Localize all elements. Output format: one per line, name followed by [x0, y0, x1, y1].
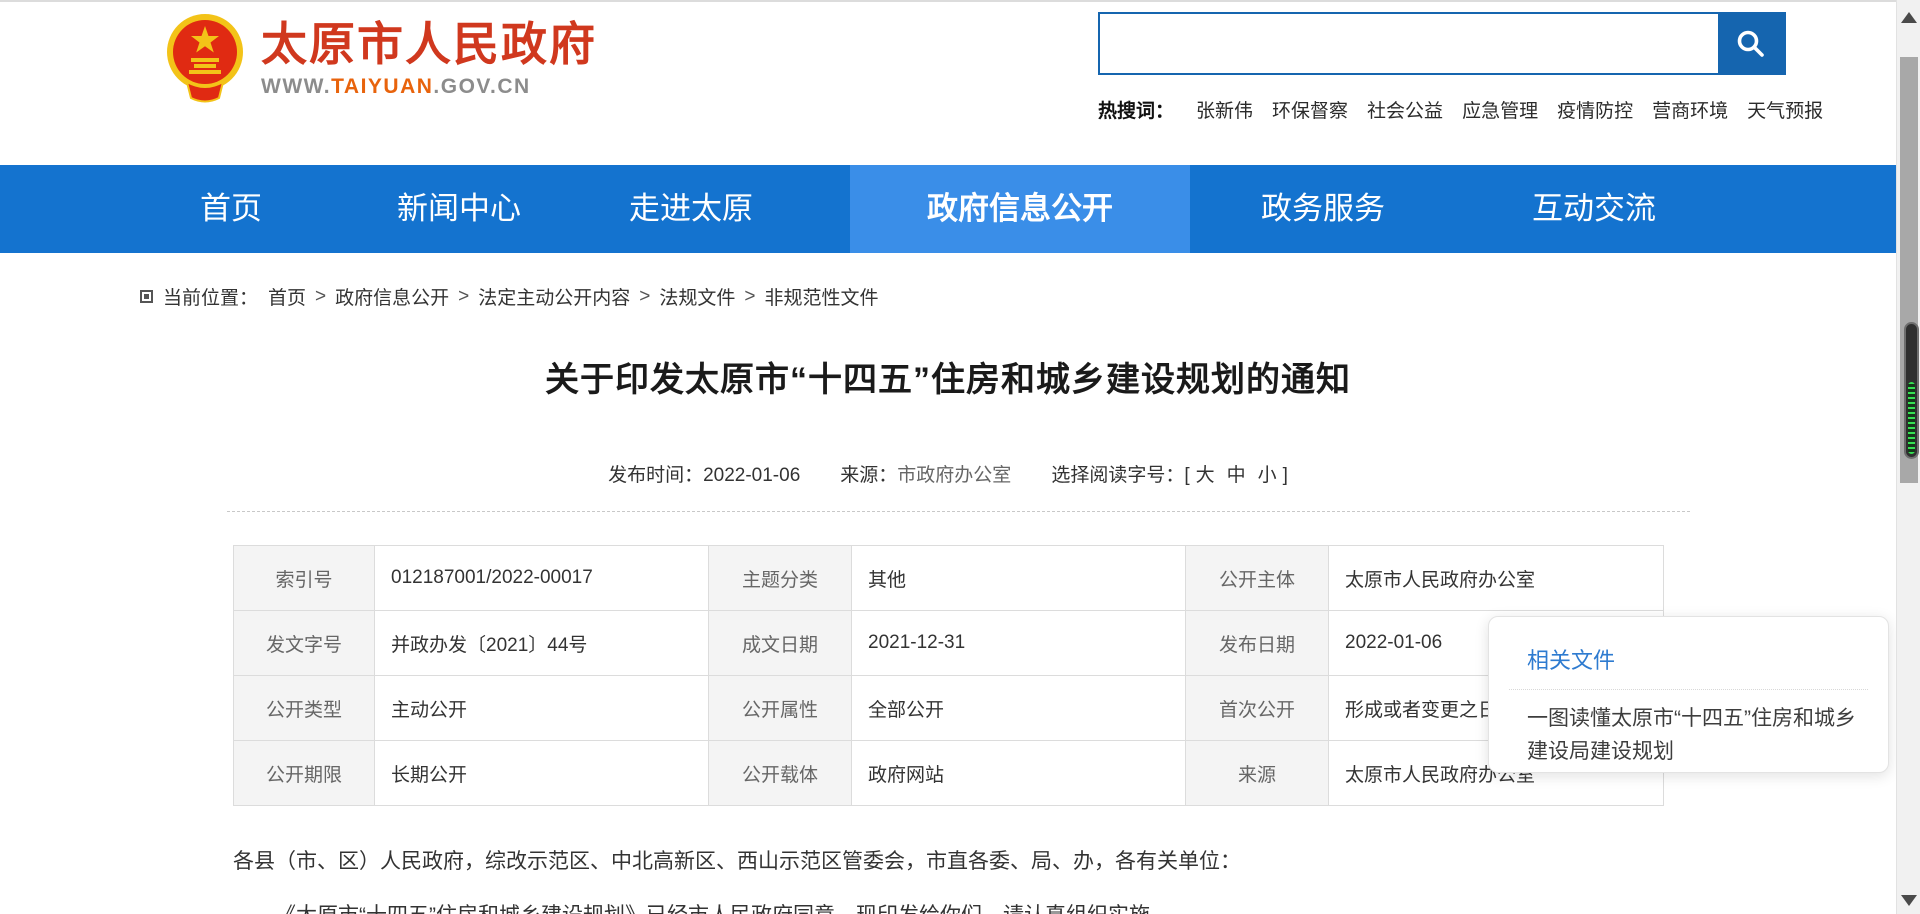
meta-value: 2021-12-31: [852, 611, 1186, 676]
site-url: WWW.TAIYUAN.GOV.CN: [261, 75, 597, 99]
site-url-main: TAIYUAN: [331, 75, 433, 98]
bracket-right: ]: [1283, 465, 1288, 486]
national-emblem-icon: [165, 10, 245, 105]
related-files-panel: 相关文件 一图读懂太原市“十四五”住房和城乡建设局建设规划: [1488, 616, 1889, 773]
breadcrumb: 当前位置： 首页 > 政府信息公开 > 法定主动公开内容 > 法规文件 > 非规…: [140, 283, 879, 310]
hot-keyword-link[interactable]: 应急管理: [1462, 96, 1538, 123]
site-name: 太原市人民政府: [261, 17, 597, 71]
document-body-line2: 《太原市“十四五”住房和城乡建设规划》已经市人民政府同意，现印发给你们，请认真组…: [233, 899, 1663, 914]
site-url-prefix: WWW.: [261, 75, 331, 98]
meta-value: 长期公开: [375, 741, 709, 806]
site-url-suffix: .GOV.CN: [433, 75, 530, 98]
meta-label: 公开属性: [709, 676, 852, 741]
bracket-left: [: [1184, 465, 1189, 486]
table-row: 公开类型 主动公开 公开属性 全部公开 首次公开 形成或者变更之日: [234, 676, 1664, 741]
nav-item-news[interactable]: 新闻中心: [397, 165, 521, 253]
meta-label: 发布日期: [1186, 611, 1329, 676]
meta-value: 并政办发〔2021〕44号: [375, 611, 709, 676]
font-size-large[interactable]: 大: [1196, 465, 1215, 486]
breadcrumb-separator: >: [639, 286, 650, 308]
meta-value: 其他: [852, 546, 1186, 611]
related-file-link[interactable]: 一图读懂太原市“十四五”住房和城乡建设局建设规划: [1527, 702, 1860, 768]
meta-label: 来源: [1186, 741, 1329, 806]
publish-time-value: 2022-01-06: [703, 465, 800, 486]
hot-keyword-link[interactable]: 环保督察: [1272, 96, 1348, 123]
page-top-border: [0, 0, 1920, 2]
font-size-small[interactable]: 小: [1258, 465, 1277, 486]
related-files-title: 相关文件: [1527, 643, 1888, 675]
source-label: 来源：: [840, 465, 897, 486]
document-body-line1: 各县（市、区）人民政府，综改示范区、中北高新区、西山示范区管委会，市直各委、局、…: [233, 845, 1663, 875]
scrollbar-thumb[interactable]: [1900, 57, 1918, 483]
source: 来源：市政府办公室: [840, 460, 1011, 487]
main-nav: 首页 新闻中心 走进太原 政府信息公开 政务服务 互动交流: [0, 165, 1920, 253]
dashed-divider: [227, 511, 1690, 512]
meta-label: 公开期限: [234, 741, 375, 806]
breadcrumb-separator: >: [744, 286, 755, 308]
breadcrumb-statutory[interactable]: 法定主动公开内容: [478, 283, 630, 310]
font-size-label: 选择阅读字号：: [1051, 465, 1184, 486]
nav-item-services[interactable]: 政务服务: [1261, 165, 1385, 253]
document-title: 关于印发太原市“十四五”住房和城乡建设规划的通知: [233, 352, 1663, 401]
search-box: [1098, 12, 1786, 75]
meta-label: 成文日期: [709, 611, 852, 676]
nav-item-about[interactable]: 走进太原: [629, 165, 753, 253]
related-files-divider: [1509, 689, 1868, 690]
meta-value: 全部公开: [852, 676, 1186, 741]
hot-keyword-link[interactable]: 天气预报: [1747, 96, 1823, 123]
search-icon: [1735, 28, 1767, 60]
meta-label: 发文字号: [234, 611, 375, 676]
search-button[interactable]: [1718, 14, 1784, 73]
hot-keyword-link[interactable]: 营商环境: [1652, 96, 1728, 123]
meta-label: 公开类型: [234, 676, 375, 741]
breadcrumb-regulations[interactable]: 法规文件: [659, 283, 735, 310]
location-icon: [140, 290, 153, 303]
hot-search-label: 热搜词：: [1098, 96, 1174, 123]
nav-item-gov-info-active[interactable]: 政府信息公开: [850, 165, 1190, 253]
font-size-medium[interactable]: 中: [1227, 465, 1246, 486]
meta-label: 首次公开: [1186, 676, 1329, 741]
hot-keyword-link[interactable]: 张新伟: [1196, 96, 1253, 123]
nav-item-interact[interactable]: 互动交流: [1532, 165, 1656, 253]
site-logo[interactable]: 太原市人民政府 WWW.TAIYUAN.GOV.CN: [165, 10, 597, 105]
table-row: 发文字号 并政办发〔2021〕44号 成文日期 2021-12-31 发布日期 …: [234, 611, 1664, 676]
breadcrumb-gov-info[interactable]: 政府信息公开: [335, 283, 449, 310]
scroll-up-arrow-icon[interactable]: [1901, 12, 1917, 23]
publish-time: 发布时间：2022-01-06: [608, 460, 800, 487]
scroll-indicator-capsule: [1904, 322, 1919, 459]
meta-value: 主动公开: [375, 676, 709, 741]
metadata-table: 索引号 012187001/2022-00017 主题分类 其他 公开主体 太原…: [233, 545, 1664, 806]
search-input[interactable]: [1100, 14, 1718, 73]
logo-text: 太原市人民政府 WWW.TAIYUAN.GOV.CN: [261, 17, 597, 99]
meta-value: 012187001/2022-00017: [375, 546, 709, 611]
meta-label: 公开主体: [1186, 546, 1329, 611]
table-row: 公开期限 长期公开 公开载体 政府网站 来源 太原市人民政府办公室: [234, 741, 1664, 806]
table-row: 索引号 012187001/2022-00017 主题分类 其他 公开主体 太原…: [234, 546, 1664, 611]
source-value: 市政府办公室: [897, 465, 1011, 486]
breadcrumb-non-normative[interactable]: 非规范性文件: [765, 283, 879, 310]
hot-keyword-link[interactable]: 疫情防控: [1557, 96, 1633, 123]
breadcrumb-home[interactable]: 首页: [268, 283, 306, 310]
meta-label: 主题分类: [709, 546, 852, 611]
meta-value: 政府网站: [852, 741, 1186, 806]
breadcrumb-label: 当前位置：: [163, 283, 258, 310]
page: 太原市人民政府 WWW.TAIYUAN.GOV.CN 热搜词： 张新伟 环保督察…: [0, 0, 1920, 914]
nav-item-home[interactable]: 首页: [200, 165, 262, 253]
meta-label: 索引号: [234, 546, 375, 611]
publish-info-bar: 发布时间：2022-01-06 来源：市政府办公室 选择阅读字号：[ 大中小]: [233, 460, 1663, 487]
hot-search-row: 热搜词： 张新伟 环保督察 社会公益 应急管理 疫情防控 营商环境 天气预报: [1098, 96, 1842, 123]
publish-time-label: 发布时间：: [608, 465, 703, 486]
meta-value: 太原市人民政府办公室: [1329, 546, 1664, 611]
capsule-green-stripes: [1908, 382, 1915, 454]
breadcrumb-separator: >: [458, 286, 469, 308]
breadcrumb-separator: >: [315, 286, 326, 308]
font-size-selector: 选择阅读字号：[ 大中小]: [1051, 460, 1288, 487]
vertical-scrollbar[interactable]: [1896, 0, 1920, 914]
meta-label: 公开载体: [709, 741, 852, 806]
hot-keyword-link[interactable]: 社会公益: [1367, 96, 1443, 123]
scroll-down-arrow-icon[interactable]: [1901, 895, 1917, 906]
